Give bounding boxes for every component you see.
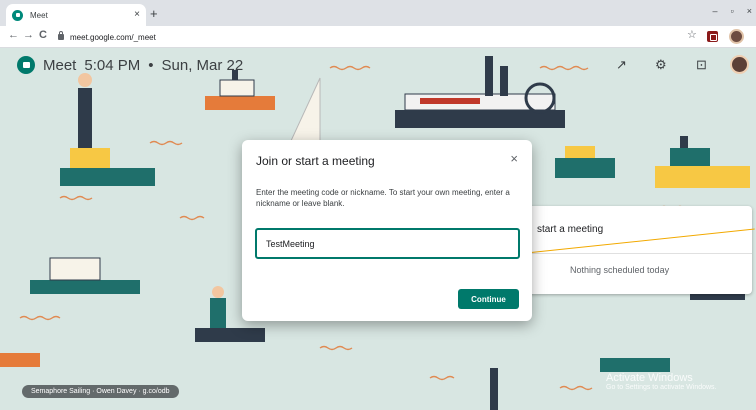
dialog-close-icon[interactable]: × <box>510 152 518 165</box>
header-separator: • <box>148 56 154 74</box>
green-boat-cabin <box>565 146 595 158</box>
lock-icon <box>58 31 64 40</box>
forward-icon[interactable]: → <box>23 30 34 41</box>
start-meeting-link[interactable]: start a meeting <box>537 224 603 235</box>
dialog-instructions: Enter the meeting code or nickname. To s… <box>256 188 510 208</box>
join-meeting-dialog: Join or start a meeting × Enter the meet… <box>242 140 532 321</box>
close-tab-icon[interactable]: × <box>134 10 140 20</box>
pdf-extension-icon[interactable] <box>707 31 718 42</box>
continue-button[interactable]: Continue <box>458 289 519 309</box>
meeting-code-input[interactable] <box>255 228 520 259</box>
minimize-icon[interactable]: – <box>713 6 718 16</box>
tugboat-illustration <box>205 70 275 110</box>
new-tab-button[interactable]: + <box>150 7 158 20</box>
current-time: 5:04 PM <box>84 56 141 74</box>
current-date: Sun, Mar 22 <box>161 56 244 74</box>
orange-boat-illustration <box>0 353 40 367</box>
watermark-subtitle: Go to Settings to activate Windows. <box>606 384 717 391</box>
window-controls: – ▫ × <box>713 6 752 16</box>
user-avatar[interactable] <box>730 55 749 74</box>
illustration-credit[interactable]: Semaphore Sailing · Owen Davey · g.co/od… <box>22 385 179 398</box>
watermark-title: Activate Windows <box>606 372 693 384</box>
meet-header: Meet 5:04 PM • Sun, Mar 22 <box>17 56 243 74</box>
address-bar[interactable]: meet.google.com/_meet <box>58 29 658 45</box>
sailboat-illustration <box>280 77 340 149</box>
lower-left-boat-illustration <box>30 257 140 294</box>
maximize-icon[interactable]: ▫ <box>731 6 734 16</box>
bookmark-star-icon[interactable]: ☆ <box>687 30 697 41</box>
fishing-boat-illustration <box>60 73 155 186</box>
tab-title: Meet <box>30 10 48 20</box>
right-tugboat-illustration <box>655 136 750 188</box>
meet-favicon-icon <box>12 9 23 21</box>
reload-icon[interactable]: C <box>39 30 47 41</box>
bottom-mast-illustration <box>490 368 498 410</box>
browser-toolbar: ← → C meet.google.com/_meet ☆ <box>0 26 756 48</box>
schedule-empty-text: Nothing scheduled today <box>570 265 670 275</box>
dialog-title: Join or start a meeting <box>256 154 375 168</box>
app-name: Meet <box>43 56 77 74</box>
browser-profile-avatar[interactable] <box>729 29 744 44</box>
steamboat-illustration <box>395 56 565 128</box>
panel-divider <box>522 253 752 254</box>
bottom-right-boat-illustration <box>600 358 670 372</box>
settings-gear-icon[interactable]: ⚙ <box>655 58 667 71</box>
browser-tab-strip: Meet × + – ▫ × <box>0 0 756 26</box>
feedback-icon[interactable]: ⊡ <box>696 58 707 71</box>
browser-tab-meet[interactable]: Meet × <box>6 4 146 26</box>
trend-icon[interactable]: ↗ <box>616 58 627 71</box>
meet-logo-icon <box>17 56 35 74</box>
green-boat-illustration <box>555 158 615 178</box>
windows-activation-watermark: Activate Windows Go to Settings to activ… <box>606 372 717 391</box>
window-close-icon[interactable]: × <box>747 6 752 16</box>
url-text: meet.google.com/_meet <box>70 32 156 42</box>
back-icon[interactable]: ← <box>8 30 19 41</box>
